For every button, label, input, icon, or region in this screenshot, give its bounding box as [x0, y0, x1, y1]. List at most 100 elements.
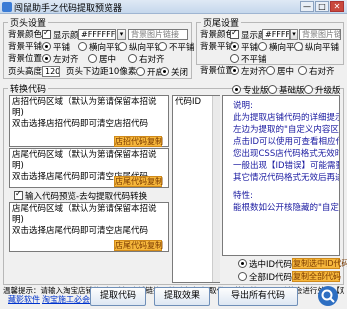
minimize-button[interactable]: — [300, 1, 314, 12]
radio-icon [238, 259, 247, 268]
hint-line-2: 点击ID可以使用可查看相应代码 [233, 137, 339, 147]
checkbox-icon [230, 28, 239, 39]
radio-icon [298, 66, 307, 75]
tail-pos-text-1: 居中 [277, 67, 295, 77]
copy-bottom-button[interactable]: 店尾代码复制 [114, 240, 163, 251]
footer-link-software[interactable]: 藏影软件 [8, 294, 40, 305]
head-pos-radio-1[interactable]: 居中 [88, 54, 116, 65]
radio-icon [268, 85, 277, 94]
hint-extra-title: 特性: [233, 191, 253, 201]
copy-all-code-button[interactable]: 复制全部代码 [292, 271, 341, 282]
head-tile-radio-3[interactable]: 不平铺 [158, 42, 195, 53]
code-legend: 转换代码 [10, 85, 47, 95]
tail-pos-radio-1[interactable]: 居中 [266, 66, 294, 77]
shop-header-label: 店招代码区域（默认为第请保留本招说明) [12, 97, 157, 118]
head-spacing-label: 页头下边距10像素: [66, 67, 140, 77]
tail-tile-text-0: 平铺 [241, 43, 259, 53]
input-preview-checkbox[interactable]: 输入代码预览-去勾提取代码转换 [14, 189, 148, 202]
bottom-code-text: 双击选择店尾代码即可清空店尾代码 [12, 226, 149, 236]
tail-color-picker-button[interactable]: ▾ [290, 29, 298, 40]
head-bg-color-label: 背景颜色: [8, 30, 45, 40]
head-color-input[interactable]: #FFFFFF [78, 29, 116, 40]
head-height-input[interactable]: 120 [42, 66, 60, 77]
export-all-code-button[interactable]: 导出所有代码 [218, 287, 298, 306]
head-tile-radio-0[interactable]: 平铺 [42, 42, 70, 53]
close-button[interactable]: ✕ [330, 1, 344, 12]
head-height-label: 页头高度: [8, 67, 45, 77]
radio-icon [238, 272, 247, 281]
head-pos-text-0: 左对齐 [53, 55, 79, 65]
input-preview-text: 输入代码预览-去勾提取代码转换 [25, 192, 148, 202]
shop-tail-label: 店尾代码区域（默认为第请保留本招说明) [12, 150, 157, 171]
head-tile-radio-2[interactable]: 纵向平铺 [118, 42, 163, 53]
radio-icon [230, 54, 239, 63]
tail-tile-text-2: 纵向平铺 [305, 43, 340, 53]
checkbox-icon [42, 28, 51, 39]
radio-icon [42, 42, 51, 51]
copy-tail-button[interactable]: 店尾代码复制 [114, 176, 163, 187]
head-pos-radio-2[interactable]: 右对齐 [128, 54, 165, 65]
head-tile-radio-1[interactable]: 横向平铺 [78, 42, 123, 53]
head-pos-text-2: 右对齐 [139, 55, 165, 65]
head-bg-image-input[interactable]: 背景图片链接 [128, 29, 188, 40]
hint-title: 说明: [233, 101, 253, 111]
tail-tile-radio-2[interactable]: 纵向平铺 [294, 42, 339, 53]
head-bg-pos-label: 背景位置: [8, 54, 45, 64]
maximize-button[interactable]: □ [315, 1, 329, 12]
hint-panel: 说明: 此为提取店铺代码的详细提示框 左边为提取的"自定义内容区"代码ID 点击… [222, 95, 340, 256]
head-color-picker-button[interactable]: ▾ [117, 29, 126, 40]
footer-link-shop[interactable]: 淘宝施工必会 [42, 294, 90, 305]
radio-icon [78, 42, 87, 51]
tail-pos-text-2: 右对齐 [309, 67, 335, 77]
radio-icon [128, 54, 137, 63]
head-spacing-radio-off[interactable]: 关闭 [160, 67, 188, 78]
hint-line-3: 您出现CSS店代码格式无效时需要分析CSS [233, 149, 339, 159]
radio-icon [88, 54, 97, 63]
head-spacing-text-off: 关闭 [171, 68, 189, 78]
head-tile-text-3: 不平铺 [169, 43, 195, 53]
tail-tile-text-3: 不平铺 [241, 55, 267, 65]
tail-pos-radio-0[interactable]: 左对齐 [230, 66, 267, 77]
checkbox-icon [14, 189, 23, 200]
tail-pos-radio-2[interactable]: 右对齐 [298, 66, 335, 77]
hint-content: 说明: 此为提取店铺代码的详细提示框 左边为提取的"自定义内容区"代码ID 点击… [223, 96, 339, 218]
tail-tile-radio-0[interactable]: 平铺 [230, 42, 258, 53]
radio-icon [294, 42, 303, 51]
shop-header-text: 双击选择店招代码即可清空店招代码 [12, 119, 149, 129]
window-title: 闯鼠助手之代码提取预览器 [14, 4, 123, 14]
bottom-code-label: 店尾代码区域（默认为第请保留本招说明) [12, 204, 157, 225]
hint-extra-line: 能根数如公开核隐藏的"自定义内容区"代码 [233, 203, 339, 213]
radio-icon [230, 66, 239, 75]
tail-bg-image-input[interactable]: 背景图片链接 [299, 29, 341, 40]
radio-icon [118, 42, 127, 51]
tail-tile-radio-3[interactable]: 不平铺 [230, 54, 267, 65]
app-icon [2, 2, 12, 12]
copy-selected-id-button[interactable]: 复制选中ID代码 [292, 258, 347, 269]
extract-code-button[interactable]: 提取代码 [90, 287, 146, 306]
code-id-scrollbar[interactable] [212, 96, 220, 282]
radio-icon [258, 42, 267, 51]
hint-line-4: 一般出现【ID错误】可能需要分析CSS [233, 161, 340, 171]
hint-line-0: 此为提取店铺代码的详细提示框 [233, 113, 339, 123]
title-bar: 闯鼠助手之代码提取预览器 — □ ✕ [0, 0, 347, 14]
tail-pos-text-0: 左对齐 [241, 67, 267, 77]
hint-line-5: 其它情况代码格式无效后再进行CSS分析 [233, 173, 339, 183]
radio-icon [158, 42, 167, 51]
copy-header-button[interactable]: 店招代码复制 [114, 136, 163, 147]
radio-icon [304, 85, 313, 94]
code-id-label: 代码ID [175, 97, 202, 107]
head-tile-text-0: 平铺 [53, 43, 71, 53]
radio-icon [230, 42, 239, 51]
radio-icon [160, 67, 169, 76]
head-pos-radio-0[interactable]: 左对齐 [42, 54, 79, 65]
hint-line-1: 左边为提取的"自定义内容区"代码ID [233, 125, 339, 135]
head-pos-text-1: 居中 [99, 55, 117, 65]
radio-icon [136, 67, 145, 76]
head-bg-tile-label: 背景平铺: [8, 42, 45, 52]
radio-icon [266, 66, 275, 75]
preview-effect-button[interactable]: 提取效果 [154, 287, 210, 306]
radio-icon [42, 54, 51, 63]
tail-color-input[interactable]: #FFFFFF [262, 29, 290, 40]
search-icon[interactable] [318, 286, 338, 306]
head-settings-legend: 页头设置 [10, 19, 47, 29]
